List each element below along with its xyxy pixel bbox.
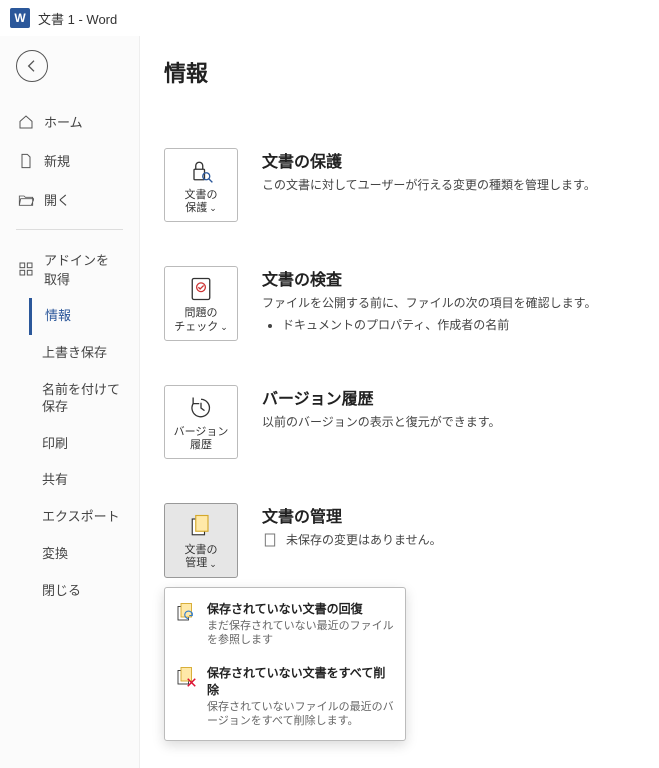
back-button[interactable] — [16, 50, 48, 82]
nav-print[interactable]: 印刷 — [32, 426, 139, 463]
nav-label: 情報 — [45, 308, 71, 325]
check-badge-icon — [187, 275, 215, 303]
check-issues-button[interactable]: 問題の チェック ⌄ — [164, 266, 238, 340]
arrow-left-icon — [24, 58, 40, 74]
nav-label: 共有 — [42, 472, 68, 489]
page-title: 情報 — [164, 56, 635, 88]
delete-desc: 保存されていないファイルの最近のバージョンをすべて削除します。 — [207, 700, 395, 729]
history-desc: 以前のバージョンの表示と復元ができます。 — [262, 413, 635, 431]
delete-unsaved-item[interactable]: 保存されていない文書をすべて削除 保存されていないファイルの最近のバージョンをす… — [169, 656, 401, 737]
nav-label: アドインを取得 — [44, 250, 121, 288]
title-bar: W 文書 1 - Word — [0, 0, 659, 36]
nav-label: 開く — [44, 190, 70, 209]
document-refresh-icon — [175, 602, 199, 626]
lock-search-icon — [187, 157, 215, 185]
chevron-down-icon: ⌄ — [209, 559, 217, 570]
nav-label: 新規 — [44, 151, 70, 170]
chevron-down-icon: ⌄ — [209, 203, 217, 214]
sidebar: ホーム 新規 開く アドインを取得 情報 上書き保存 名前を付けて保存 印刷 共… — [0, 36, 140, 768]
separator — [16, 229, 123, 230]
nav-label: 名前を付けて保存 — [42, 382, 129, 416]
main-content: 情報 文書の 保護 ⌄ 文書の保護 この文書に対してユーザーが行える変更の種類を… — [140, 36, 659, 768]
delete-title: 保存されていない文書をすべて削除 — [207, 664, 395, 698]
document-icon — [262, 532, 278, 548]
protect-title: 文書の保護 — [262, 148, 635, 172]
document-title: 文書 1 - Word — [38, 9, 117, 28]
nav-save[interactable]: 上書き保存 — [32, 335, 139, 372]
file-icon — [18, 153, 34, 169]
nav-info[interactable]: 情報 — [29, 298, 139, 335]
nav-share[interactable]: 共有 — [32, 462, 139, 499]
nav-open[interactable]: 開く — [0, 180, 139, 219]
nav-label: 閉じる — [42, 583, 81, 600]
nav-label: ホーム — [44, 112, 83, 131]
manage-document-button[interactable]: 文書の 管理 ⌄ — [164, 503, 238, 577]
nav-label: 印刷 — [42, 436, 68, 453]
nav-saveas[interactable]: 名前を付けて保存 — [32, 372, 139, 426]
nav-new[interactable]: 新規 — [0, 141, 139, 180]
manage-title: 文書の管理 — [262, 503, 635, 527]
nav-home[interactable]: ホーム — [0, 102, 139, 141]
inspect-title: 文書の検査 — [262, 266, 635, 290]
chevron-down-icon: ⌄ — [220, 322, 228, 333]
section-inspect: 問題の チェック ⌄ 文書の検査 ファイルを公開する前に、ファイルの次の項目を確… — [164, 266, 635, 340]
folder-open-icon — [18, 192, 34, 208]
nav-label: 変換 — [42, 546, 68, 563]
home-icon — [18, 114, 34, 130]
section-history: バージョン 履歴 バージョン履歴 以前のバージョンの表示と復元ができます。 — [164, 385, 635, 459]
inspect-desc: ファイルを公開する前に、ファイルの次の項目を確認します。 — [262, 294, 635, 312]
nav-transform[interactable]: 変換 — [32, 536, 139, 573]
section-manage: 文書の 管理 ⌄ 文書の管理 未保存の変更はありません。 — [164, 503, 635, 577]
protect-document-button[interactable]: 文書の 保護 ⌄ — [164, 148, 238, 222]
document-delete-icon — [175, 666, 199, 690]
version-history-button[interactable]: バージョン 履歴 — [164, 385, 238, 459]
grid-icon — [18, 261, 34, 277]
nav-label: 上書き保存 — [42, 345, 107, 362]
nav-export[interactable]: エクスポート — [32, 499, 139, 536]
inspect-list: ドキュメントのプロパティ、作成者の名前 — [262, 316, 635, 333]
recover-desc: まだ保存されていない最近のファイルを参照します — [207, 619, 395, 648]
nav-label: エクスポート — [42, 509, 120, 526]
history-title: バージョン履歴 — [262, 385, 635, 409]
document-stack-icon — [187, 512, 215, 540]
manage-dropdown: 保存されていない文書の回復 まだ保存されていない最近のファイルを参照します 保存… — [164, 587, 406, 741]
section-protect: 文書の 保護 ⌄ 文書の保護 この文書に対してユーザーが行える変更の種類を管理し… — [164, 148, 635, 222]
recover-unsaved-item[interactable]: 保存されていない文書の回復 まだ保存されていない最近のファイルを参照します — [169, 592, 401, 656]
inspect-bullet: ドキュメントのプロパティ、作成者の名前 — [282, 316, 635, 333]
word-logo-icon: W — [10, 8, 30, 28]
recover-title: 保存されていない文書の回復 — [207, 600, 395, 617]
history-icon — [187, 394, 215, 422]
nav-addins[interactable]: アドインを取得 — [0, 240, 139, 298]
protect-desc: この文書に対してユーザーが行える変更の種類を管理します。 — [262, 176, 635, 194]
manage-status: 未保存の変更はありません。 — [286, 531, 442, 548]
nav-close[interactable]: 閉じる — [32, 573, 139, 610]
